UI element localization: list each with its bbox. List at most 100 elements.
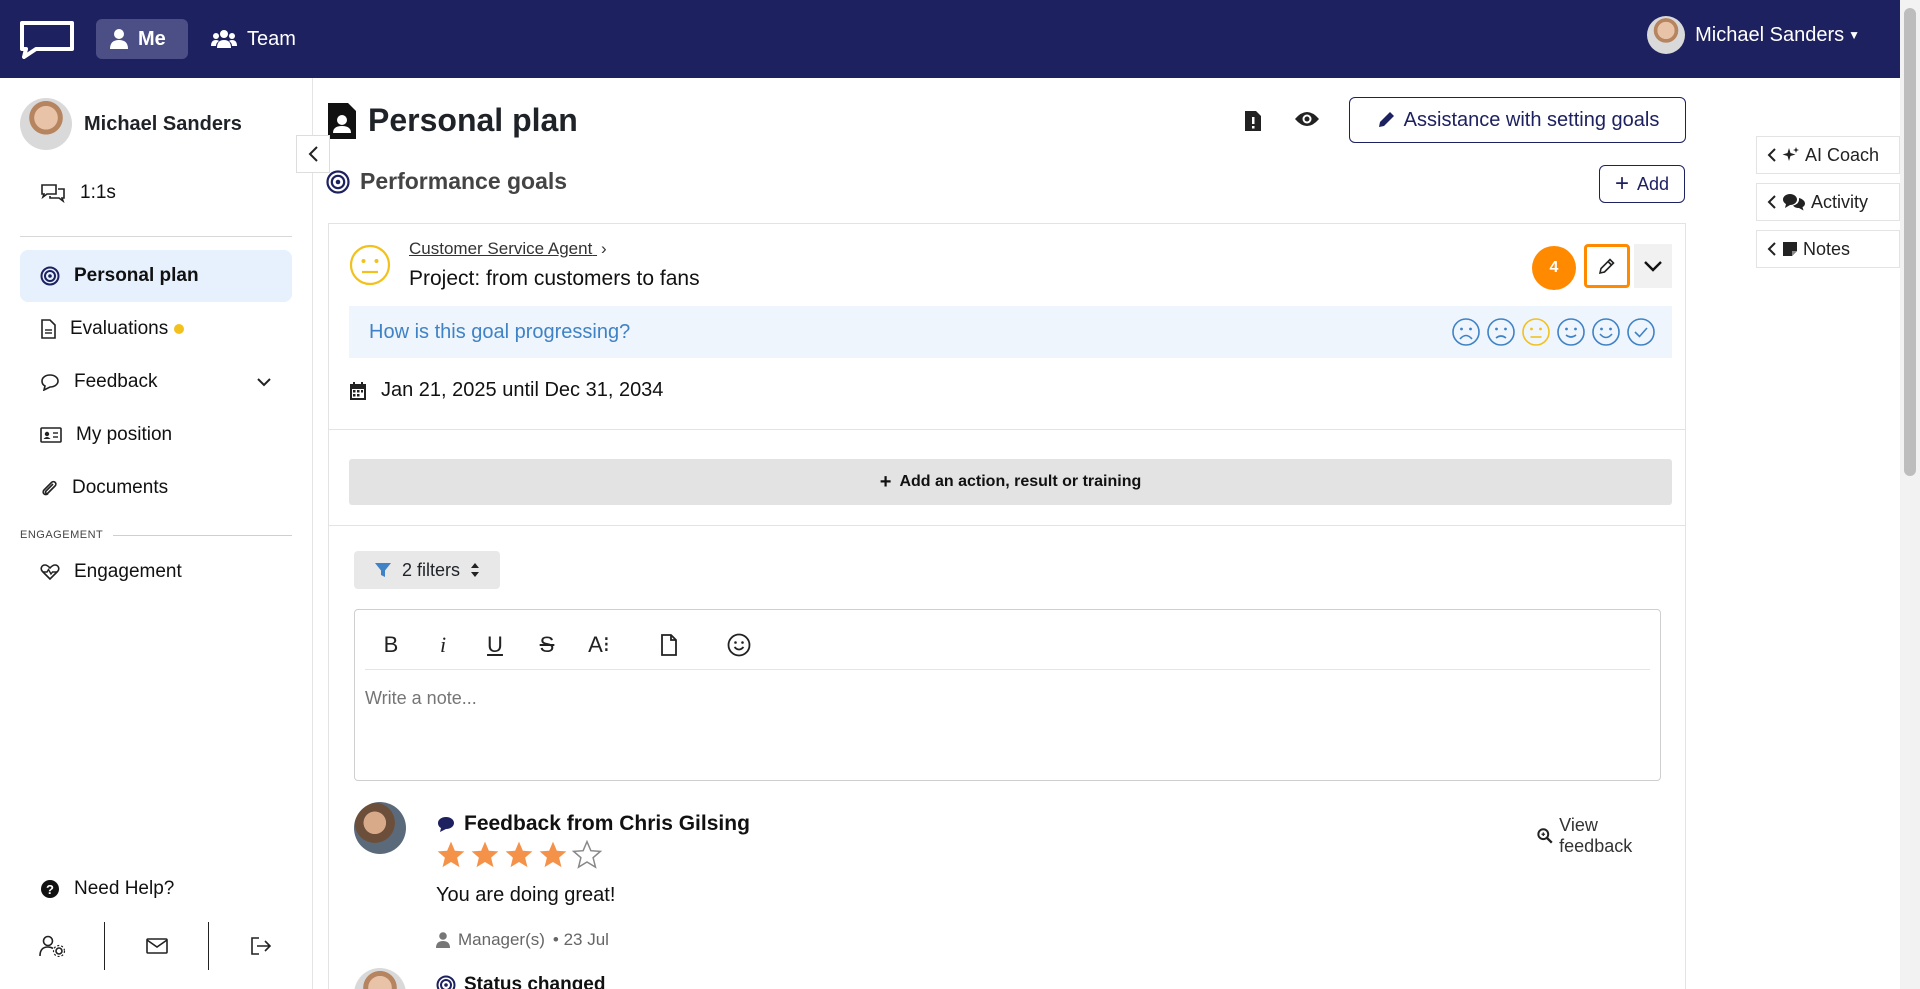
feedback-title: Feedback from Chris Gilsing (436, 812, 750, 836)
filter-icon (374, 563, 391, 577)
id-card-icon (40, 427, 62, 443)
chat-icon (41, 184, 65, 204)
status-change-entry: Status changed (436, 974, 605, 989)
star-rating (436, 840, 602, 870)
section-title-text: Performance goals (360, 168, 568, 194)
assistance-goals-button[interactable]: Assistance with setting goals (1349, 97, 1686, 143)
user-menu[interactable]: Michael Sanders ▼ (1647, 16, 1860, 54)
neutral-face-icon[interactable] (1521, 317, 1551, 347)
envelope-icon (145, 938, 168, 954)
sidebar-item-label: My position (76, 424, 173, 445)
strikethrough-button[interactable]: S (521, 625, 573, 665)
check-circle-icon[interactable] (1626, 317, 1656, 347)
star-empty-icon (572, 840, 602, 869)
note-input[interactable] (365, 688, 1645, 709)
report-icon[interactable] (1244, 110, 1262, 132)
page-scrollbar[interactable] (1900, 0, 1920, 989)
goal-card: Customer Service Agent › Project: from c… (328, 223, 1686, 989)
sidebar-item-my-position[interactable]: My position (20, 409, 292, 461)
header-actions (1244, 110, 1320, 132)
progress-question[interactable]: How is this goal progressing? (369, 321, 630, 344)
sidebar-user[interactable]: Michael Sanders (20, 98, 242, 150)
help-link[interactable]: ? Need Help? (20, 863, 292, 915)
activity-tab[interactable]: Activity (1756, 183, 1900, 221)
notes-tab[interactable]: Notes (1756, 230, 1900, 268)
nav-team-button[interactable]: Team (197, 19, 310, 59)
expand-goal-button[interactable] (1634, 244, 1672, 288)
sidebar-item-label: Personal plan (74, 265, 199, 286)
messages-button[interactable] (105, 922, 210, 970)
neutral-face-icon (349, 244, 391, 286)
add-action-button[interactable]: + Add an action, result or training (349, 459, 1672, 505)
sidebar-item-personal-plan[interactable]: Personal plan (20, 250, 292, 302)
app-logo[interactable] (18, 19, 76, 59)
target-icon (326, 169, 350, 194)
edit-goal-button[interactable] (1584, 244, 1630, 288)
add-goal-button[interactable]: + Add (1599, 165, 1685, 203)
sidebar-item-label: Documents (72, 477, 169, 498)
step-badge: 4 (1532, 246, 1576, 290)
logout-button[interactable] (209, 922, 313, 970)
caret-down-icon: ▼ (1848, 28, 1860, 42)
sidebar-user-name: Michael Sanders (84, 112, 242, 135)
happy-face-icon[interactable] (1556, 317, 1586, 347)
underline-icon: U (487, 631, 503, 657)
very-sad-face-icon[interactable] (1451, 317, 1481, 347)
goal-parent-link[interactable]: Customer Service Agent › (409, 239, 607, 259)
sidebar-item-label: Evaluations (70, 318, 169, 339)
pencil-icon (1598, 258, 1615, 275)
target-icon (436, 975, 456, 989)
sidebar-item-evaluations[interactable]: Evaluations (20, 303, 292, 355)
activity-label: Activity (1811, 191, 1869, 212)
notification-dot (174, 324, 185, 334)
text-size-button[interactable]: A⁝ (573, 625, 625, 665)
feedback-title-text: Feedback from Chris Gilsing (464, 812, 750, 835)
sidebar-item-documents[interactable]: Documents (20, 462, 292, 514)
document-icon (41, 319, 56, 339)
star-filled-icon (437, 841, 465, 868)
sad-face-icon[interactable] (1486, 317, 1516, 347)
calendar-icon (350, 381, 366, 400)
pencil-icon (1378, 112, 1394, 127)
user-settings-button[interactable] (0, 922, 105, 970)
attach-document-button[interactable] (643, 625, 695, 665)
avatar (354, 802, 406, 854)
sidebar-collapse-button[interactable] (296, 135, 330, 173)
user-gear-icon (39, 935, 65, 957)
sidebar-item-label: Engagement (74, 561, 182, 582)
sidebar-item-feedback[interactable]: Feedback (20, 356, 292, 408)
sidebar-item-engagement[interactable]: Engagement (20, 546, 292, 598)
zoom-icon (1537, 828, 1553, 844)
paperclip-icon (42, 480, 57, 496)
feedback-meta: Manager(s) • 23 Jul (436, 930, 609, 950)
filters-button[interactable]: 2 filters (354, 551, 500, 589)
view-feedback-link[interactable]: View feedback (1537, 815, 1664, 857)
sidebar-item-label: 1:1s (80, 182, 116, 203)
underline-button[interactable]: U (469, 625, 521, 665)
notes-label: Notes (1803, 238, 1851, 259)
speech-bubble-icon (41, 374, 59, 391)
chevron-down-icon[interactable] (256, 377, 272, 387)
user-icon (110, 29, 128, 49)
speech-bubble-icon (438, 817, 454, 832)
plus-icon: + (879, 470, 892, 493)
user-icon (436, 932, 450, 948)
sticky-note-icon (1783, 242, 1797, 256)
note-editor: B i U S A⁝ (354, 609, 1661, 781)
emoji-button[interactable] (713, 625, 765, 665)
italic-button[interactable]: i (417, 625, 469, 665)
filters-label: 2 filters (401, 559, 461, 580)
feedback-entry: Feedback from Chris Gilsing You are doin… (354, 802, 1664, 989)
nav-me-button[interactable]: Me (96, 19, 188, 59)
text-size-icon: A⁝ (588, 631, 610, 657)
very-happy-face-icon[interactable] (1591, 317, 1621, 347)
eye-icon[interactable] (1294, 110, 1320, 128)
star-filled-icon (539, 841, 567, 868)
add-goal-label: Add (1636, 173, 1670, 194)
goal-date-range: Jan 21, 2025 until Dec 31, 2034 (349, 379, 663, 402)
sidebar-item-1on1s[interactable]: 1:1s (20, 167, 292, 219)
scrollbar-thumb[interactable] (1904, 8, 1916, 476)
bold-button[interactable]: B (365, 625, 417, 665)
ai-coach-tab[interactable]: AI Coach (1756, 136, 1900, 174)
chevron-right-icon: › (601, 239, 607, 258)
